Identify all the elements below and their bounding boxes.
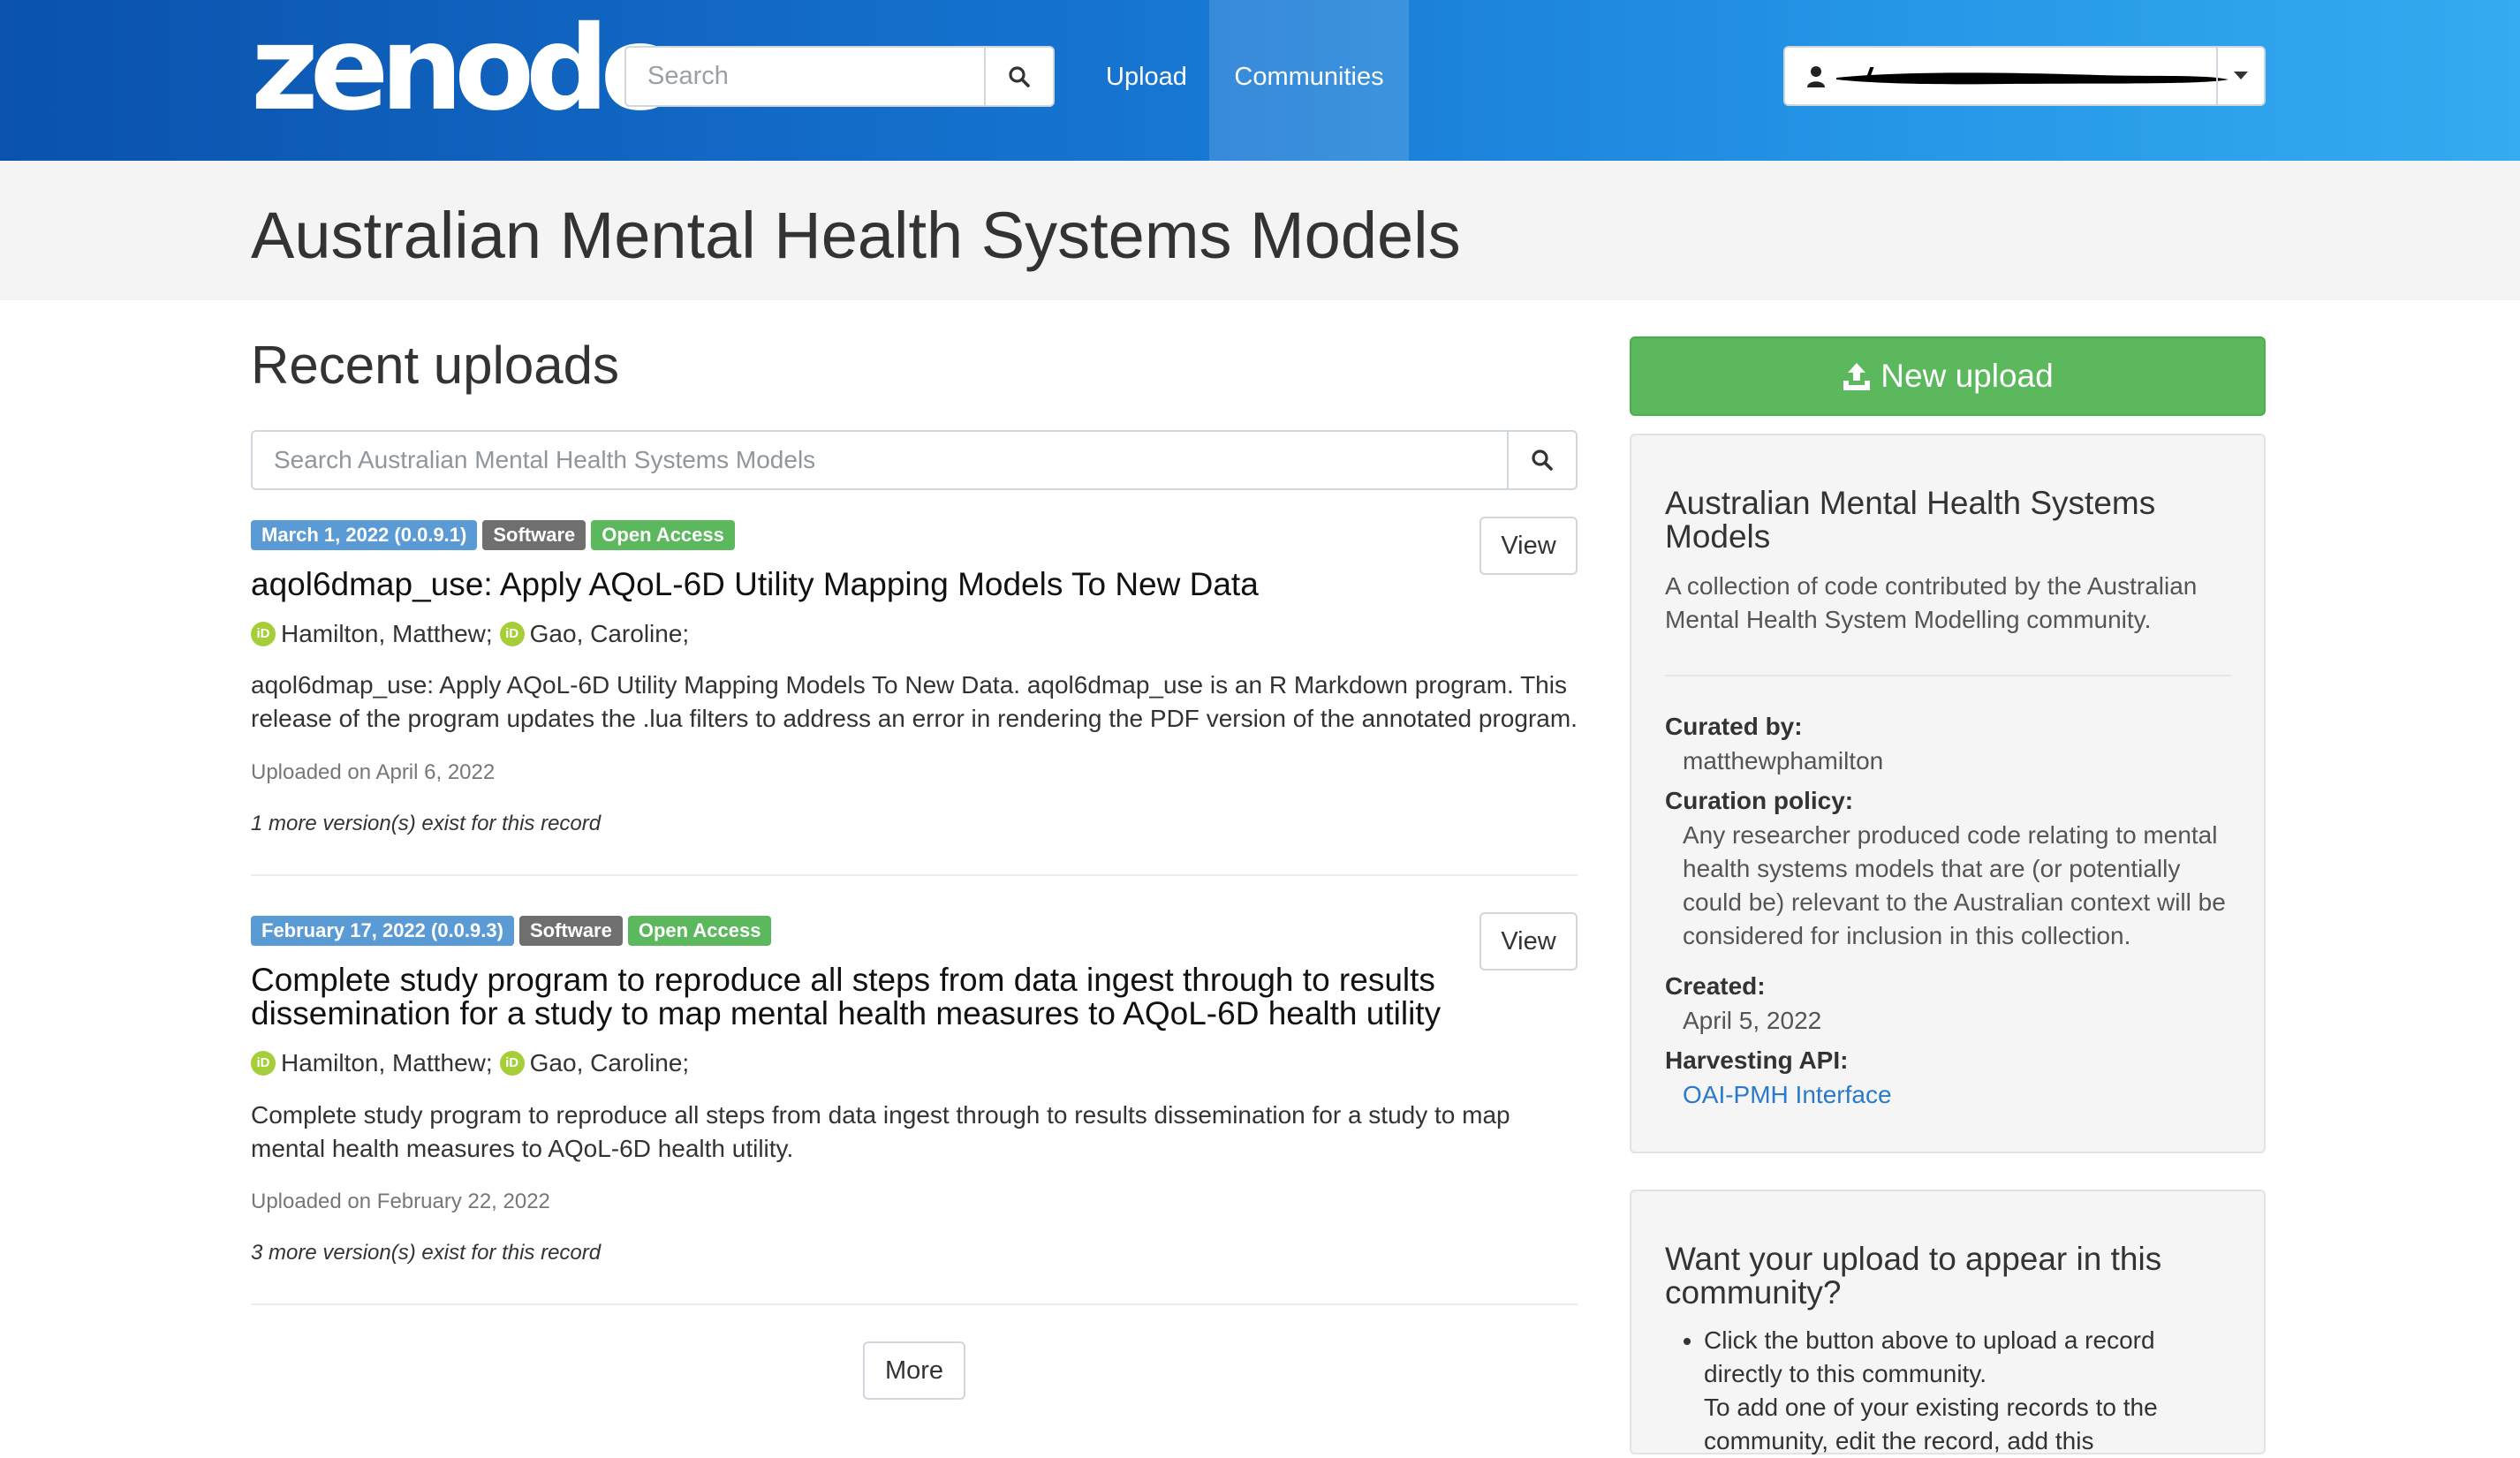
- versions-note: 1 more version(s) exist for this record: [251, 812, 602, 835]
- recent-uploads-heading: Recent uploads: [251, 336, 619, 395]
- search-icon: [1532, 449, 1553, 471]
- oai-pmh-link[interactable]: OAI-PMH Interface: [1683, 1081, 1892, 1108]
- nav-upload-link[interactable]: Upload: [1106, 0, 1187, 161]
- record-authors: iD Hamilton, Matthew; iD Gao, Caroline;: [251, 619, 689, 649]
- author-name: Gao, Caroline;: [529, 1049, 690, 1077]
- user-account-menu[interactable]: [1783, 46, 2266, 106]
- global-search-button[interactable]: [984, 48, 1053, 105]
- help-item-upload: Click the button above to upload a recor…: [1704, 1324, 2230, 1391]
- community-search-input[interactable]: [253, 432, 1509, 488]
- community-name: Australian Mental Health Systems Models: [1665, 485, 2156, 555]
- new-upload-label: New upload: [1881, 358, 2054, 394]
- curated-by-value: matthewphamilton: [1683, 747, 1884, 774]
- record-badges: March 1, 2022 (0.0.9.1) Software Open Ac…: [251, 520, 735, 550]
- user-icon: [1807, 66, 1825, 87]
- record-title-link[interactable]: aqol6dmap_use: Apply AQoL-6D Utility Map…: [251, 568, 1461, 601]
- created-value: April 5, 2022: [1683, 1007, 1822, 1034]
- zenodo-logo[interactable]: zenodo: [251, 11, 680, 127]
- author-name: Hamilton, Matthew;: [281, 620, 493, 647]
- nav-communities-link[interactable]: Communities: [1209, 0, 1409, 161]
- orcid-icon[interactable]: iD: [499, 1051, 525, 1076]
- new-upload-button[interactable]: New upload: [1630, 336, 2266, 416]
- search-icon: [1009, 65, 1030, 87]
- record-description: Complete study program to reproduce all …: [251, 1101, 1510, 1162]
- top-navbar: zenodo Upload Communities: [0, 0, 2520, 161]
- redacted-username: [1836, 67, 2229, 85]
- record-divider: [251, 1303, 1578, 1305]
- author-name: Gao, Caroline;: [529, 620, 690, 647]
- caret-down-icon: [2234, 72, 2248, 79]
- upload-date: Uploaded on February 22, 2022: [251, 1190, 550, 1213]
- curated-by-label: Curated by:: [1665, 713, 1803, 740]
- harvesting-api-label: Harvesting API:: [1665, 1046, 1849, 1074]
- record-item: February 17, 2022 (0.0.9.3) Software Ope…: [251, 912, 1578, 1269]
- curation-policy-label: Curation policy:: [1665, 787, 1854, 814]
- record-item: March 1, 2022 (0.0.9.1) Software Open Ac…: [251, 517, 1578, 838]
- publication-date-badge[interactable]: March 1, 2022 (0.0.9.1): [251, 520, 478, 550]
- orcid-icon[interactable]: iD: [251, 622, 276, 646]
- global-search: [624, 46, 1055, 107]
- author-name: Hamilton, Matthew;: [281, 1049, 493, 1077]
- more-button[interactable]: More: [863, 1341, 965, 1400]
- panel-divider: [1665, 675, 2232, 676]
- submission-help-panel: Want your upload to appear in this commu…: [1630, 1190, 2266, 1454]
- versions-note: 3 more version(s) exist for this record: [251, 1241, 602, 1265]
- help-item-existing: To add one of your existing records to t…: [1704, 1394, 2158, 1454]
- resource-type-badge[interactable]: Software: [518, 916, 623, 946]
- community-info-panel: Australian Mental Health Systems Models …: [1630, 434, 2266, 1153]
- record-title-link[interactable]: Complete study program to reproduce all …: [251, 963, 1461, 1031]
- record-description: aqol6dmap_use: Apply AQoL-6D Utility Map…: [251, 671, 1578, 732]
- harvesting-api-value: OAI-PMH Interface: [1683, 1078, 2230, 1112]
- submission-help-list: Click the button above to upload a recor…: [1665, 1324, 2230, 1458]
- global-search-input[interactable]: [626, 48, 986, 105]
- upload-icon: [1843, 363, 1871, 390]
- view-record-button[interactable]: View: [1479, 517, 1578, 575]
- curation-policy-text: Any researcher produced code relating to…: [1683, 821, 2226, 949]
- orcid-icon[interactable]: iD: [251, 1051, 276, 1076]
- orcid-icon[interactable]: iD: [499, 622, 525, 646]
- community-search: [251, 430, 1578, 490]
- access-right-badge[interactable]: Open Access: [591, 520, 735, 550]
- resource-type-badge[interactable]: Software: [482, 520, 586, 550]
- upload-date: Uploaded on April 6, 2022: [251, 760, 496, 784]
- record-divider: [251, 874, 1578, 876]
- view-record-button[interactable]: View: [1479, 912, 1578, 971]
- publication-date-badge[interactable]: February 17, 2022 (0.0.9.3): [251, 916, 514, 946]
- submission-help-title: Want your upload to appear in this commu…: [1665, 1241, 2162, 1311]
- created-label: Created:: [1665, 972, 1766, 1000]
- page-title: Australian Mental Health Systems Models: [251, 199, 1461, 272]
- user-menu-toggle[interactable]: [2216, 48, 2264, 104]
- community-search-button[interactable]: [1507, 432, 1576, 488]
- record-authors: iD Hamilton, Matthew; iD Gao, Caroline;: [251, 1048, 689, 1078]
- access-right-badge[interactable]: Open Access: [627, 916, 772, 946]
- record-badges: February 17, 2022 (0.0.9.3) Software Ope…: [251, 916, 772, 946]
- community-description: A collection of code contributed by the …: [1665, 572, 2198, 633]
